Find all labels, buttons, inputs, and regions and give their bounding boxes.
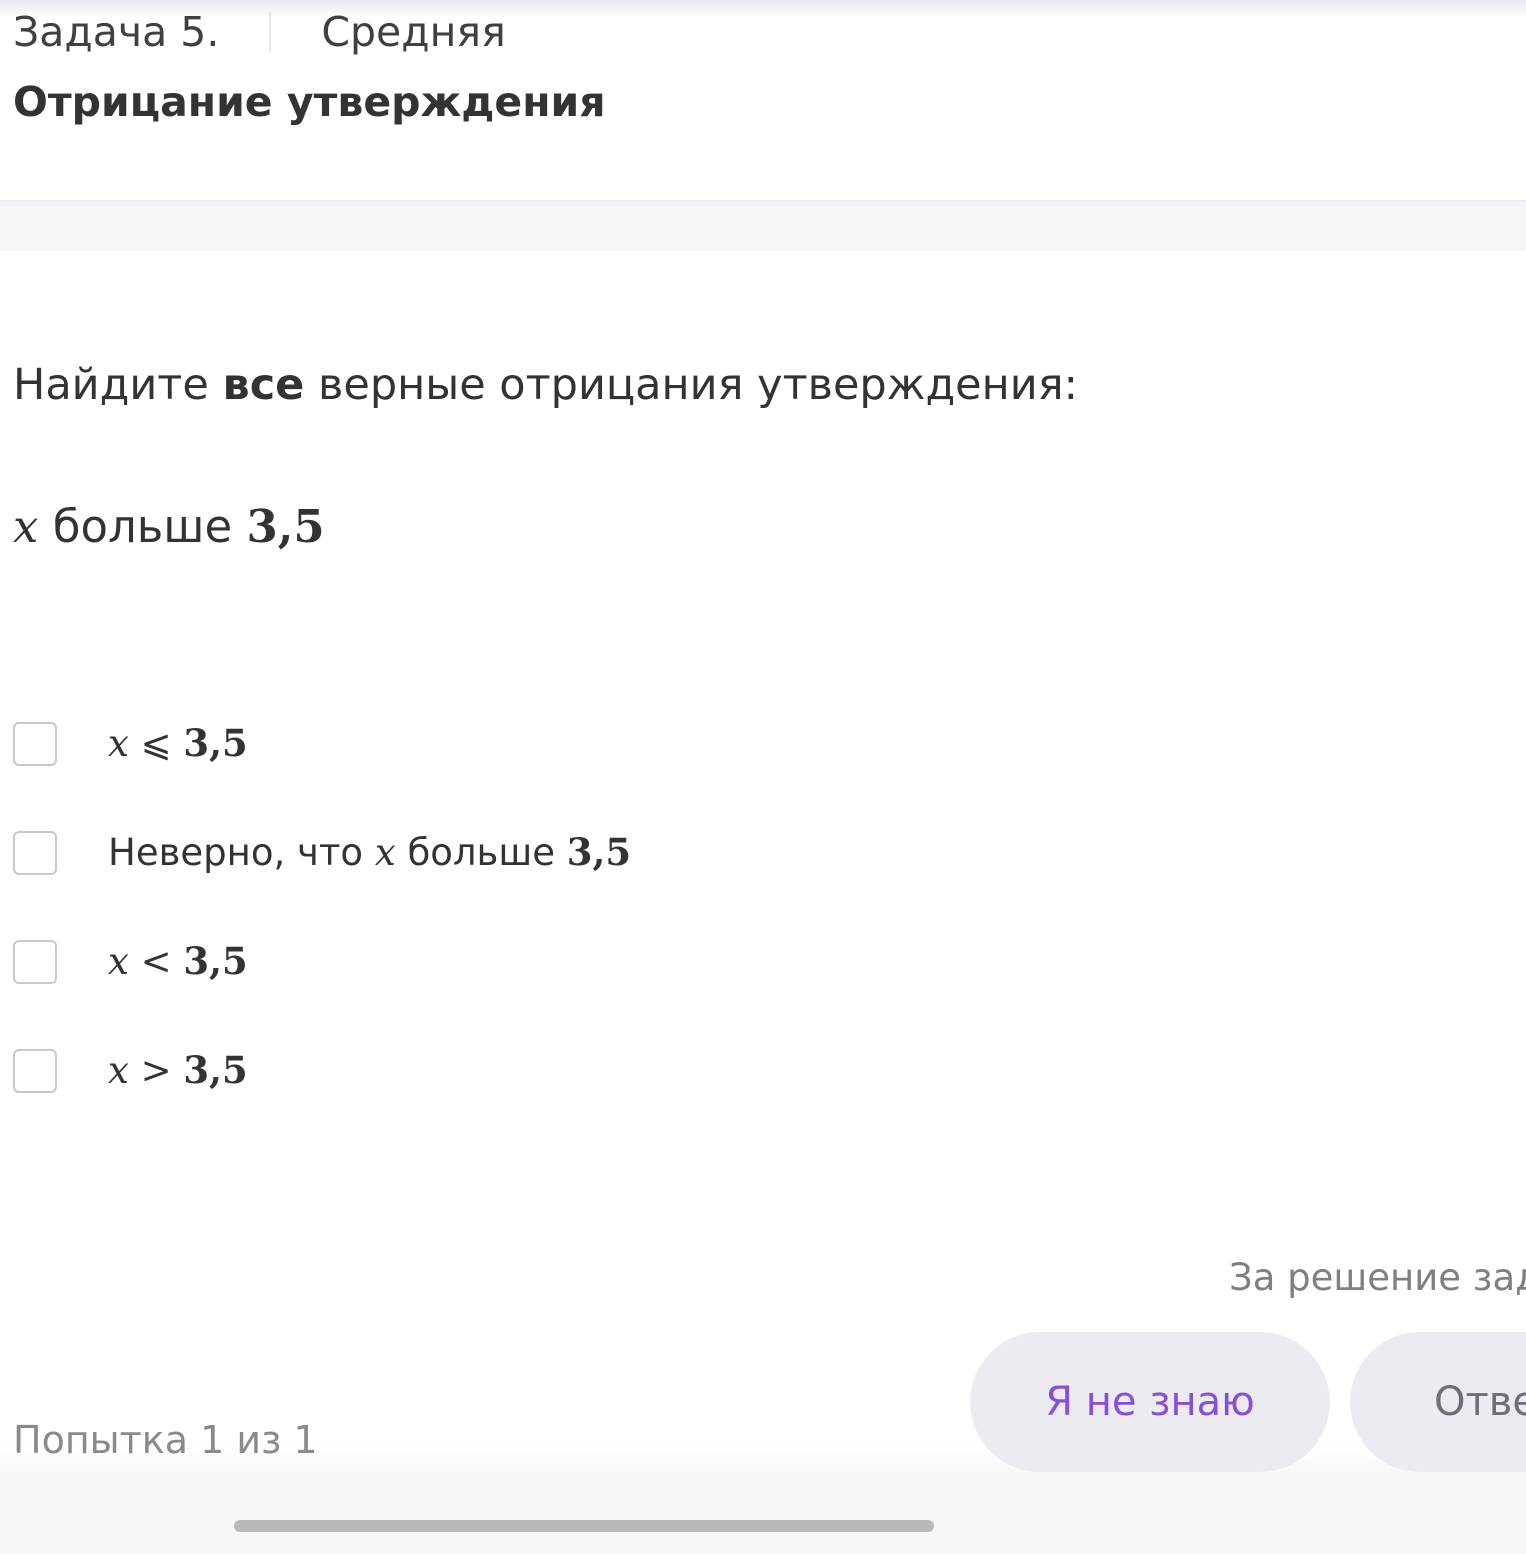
dont-know-button[interactable]: Я не знаю (970, 1332, 1330, 1472)
horizontal-scrollbar[interactable] (234, 1520, 934, 1532)
option-4-number: 3,5 (183, 1048, 248, 1092)
answer-button[interactable]: Отве (1350, 1332, 1526, 1472)
option-1-variable: x (108, 722, 129, 765)
attempt-counter: Попытка 1 из 1 (13, 1418, 318, 1462)
option-2-word: больше (407, 831, 555, 874)
option-3-variable: x (108, 940, 129, 983)
option-1-relation: ⩽ (140, 722, 172, 765)
question-suffix: верные отрицания утверждения: (318, 360, 1079, 410)
option-3-checkbox[interactable] (13, 940, 57, 984)
option-1[interactable]: x ⩽ 3,5 (13, 721, 913, 768)
statement-variable: x (13, 500, 39, 553)
option-4-variable: x (108, 1049, 129, 1092)
task-meta: Задача 5. Средняя (13, 6, 506, 58)
option-1-number: 3,5 (183, 721, 248, 765)
statement-number: 3,5 (246, 500, 325, 553)
option-4-relation: > (140, 1049, 172, 1092)
option-2[interactable]: Неверно, что x больше 3,5 (13, 830, 913, 877)
reward-text: За решение зада (1229, 1256, 1526, 1299)
section-divider-band (0, 200, 1526, 251)
option-1-label[interactable]: x ⩽ 3,5 (108, 718, 248, 769)
task-number: Задача 5. (13, 8, 220, 56)
option-3-number: 3,5 (183, 939, 248, 983)
question-prefix: Найдите (13, 360, 209, 410)
option-2-checkbox[interactable] (13, 831, 57, 875)
option-2-prefix: Неверно, что (108, 831, 364, 874)
option-4[interactable]: x > 3,5 (13, 1048, 913, 1095)
option-2-variable: x (374, 831, 396, 874)
task-header: Задача 5. Средняя Отрицание утверждения (0, 0, 1526, 200)
option-2-number: 3,5 (566, 830, 632, 874)
question-emphasis: все (222, 360, 305, 410)
option-3[interactable]: x < 3,5 (13, 939, 913, 986)
meta-divider (269, 12, 272, 52)
task-difficulty: Средняя (321, 8, 506, 56)
question-text: Найдите все верные отрицания утверждения… (13, 360, 1078, 410)
option-3-label[interactable]: x < 3,5 (108, 936, 248, 987)
statement: x больше 3,5 (13, 500, 325, 553)
option-3-relation: < (140, 940, 172, 983)
task-title: Отрицание утверждения (13, 78, 606, 126)
option-4-label[interactable]: x > 3,5 (108, 1045, 248, 1096)
option-2-label[interactable]: Неверно, что x больше 3,5 (108, 827, 631, 878)
statement-word: больше (52, 500, 233, 553)
option-4-checkbox[interactable] (13, 1049, 57, 1093)
option-1-checkbox[interactable] (13, 722, 57, 766)
